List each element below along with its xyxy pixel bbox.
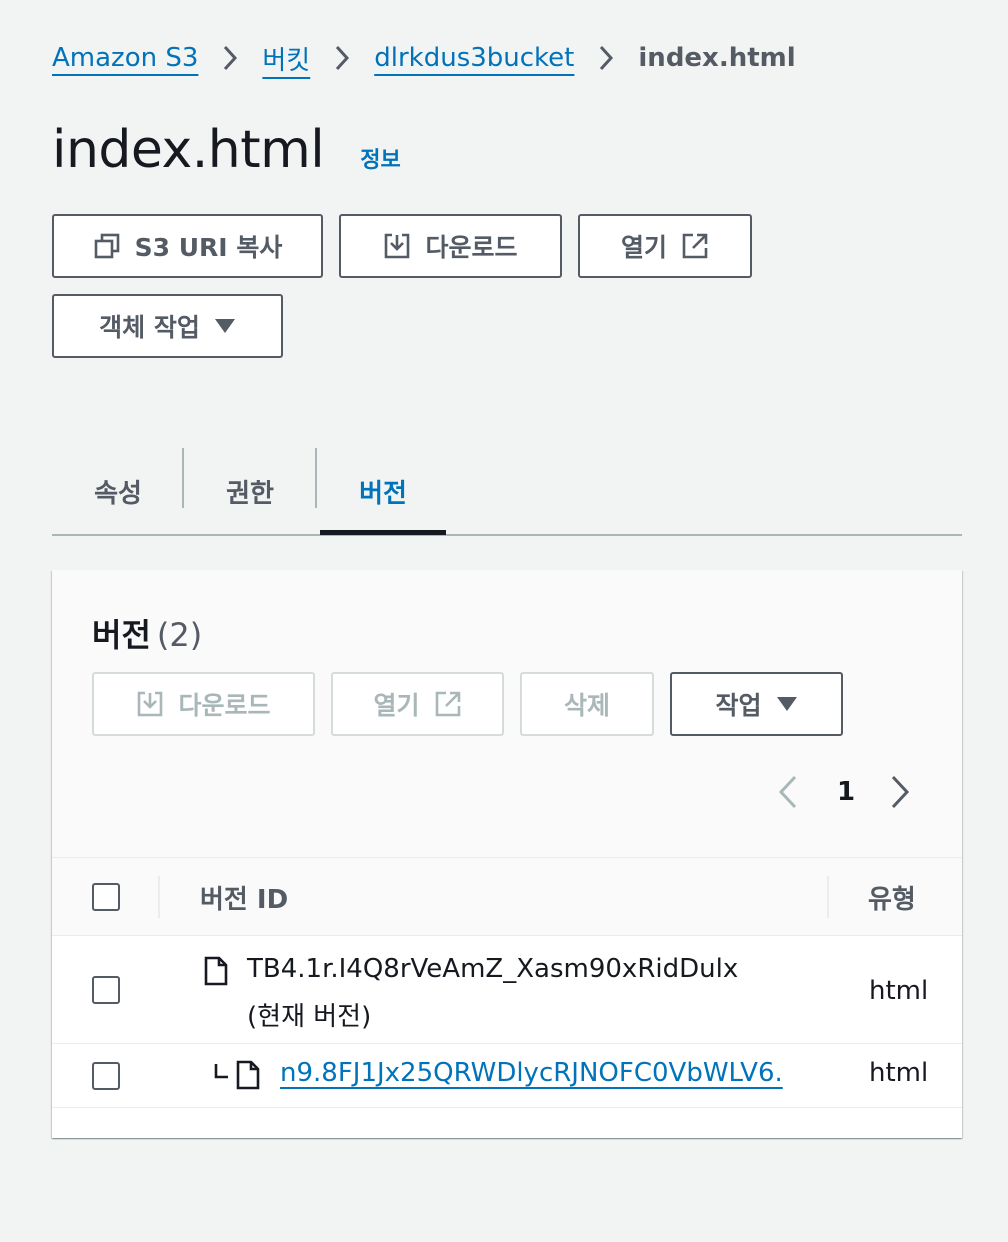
- versions-panel-title: 버전 (2): [92, 610, 202, 656]
- breadcrumb-amazon-s3[interactable]: Amazon S3: [52, 43, 198, 73]
- chevron-right-icon: [574, 38, 638, 78]
- download-label: 다운로드: [425, 233, 518, 262]
- column-divider: [827, 876, 829, 918]
- version-delete-label: 삭제: [563, 691, 610, 720]
- copy-s3-uri-button[interactable]: S3 URI 복사: [52, 214, 323, 278]
- pagination-prev-icon[interactable]: [776, 774, 800, 814]
- version-delete-button[interactable]: 삭제: [520, 672, 654, 736]
- pagination-next-icon[interactable]: [888, 774, 912, 814]
- object-actions-label: 객체 작업: [99, 313, 200, 342]
- column-divider: [158, 876, 160, 918]
- table-header: 버전 ID 유형: [52, 858, 962, 936]
- breadcrumb: Amazon S3 버킷 dlrkdus3bucket index.html: [52, 38, 796, 78]
- active-tab-indicator: [320, 530, 446, 535]
- tab-properties[interactable]: 속성: [52, 448, 184, 534]
- object-actions-dropdown[interactable]: 객체 작업: [52, 294, 283, 358]
- breadcrumb-current: index.html: [638, 43, 796, 73]
- version-download-button[interactable]: 다운로드: [92, 672, 315, 736]
- copy-s3-uri-label: S3 URI 복사: [134, 233, 283, 262]
- table-row: n9.8FJ1Jx25QRWDlycRJNOFC0VbWLV6. html: [52, 1044, 962, 1108]
- copy-icon: [93, 232, 121, 260]
- version-id-link[interactable]: n9.8FJ1Jx25QRWDlycRJNOFC0VbWLV6.: [280, 1058, 783, 1088]
- page-title: index.html: [52, 120, 325, 180]
- download-button[interactable]: 다운로드: [339, 214, 562, 278]
- download-icon: [136, 690, 164, 718]
- chevron-right-icon: [310, 38, 374, 78]
- row-checkbox[interactable]: [92, 976, 120, 1004]
- external-link-icon: [434, 690, 462, 718]
- breadcrumb-bucket-name[interactable]: dlrkdus3bucket: [374, 43, 574, 73]
- table-row: TB4.1r.I4Q8rVeAmZ_Xasm90xRidDulx (현재 버전)…: [52, 936, 962, 1044]
- breadcrumb-buckets[interactable]: 버킷: [262, 40, 310, 77]
- tab-permissions[interactable]: 권한: [184, 448, 316, 534]
- select-all-checkbox[interactable]: [92, 883, 120, 911]
- file-type: html: [869, 976, 929, 1006]
- external-link-icon: [681, 232, 709, 260]
- versions-count: (2): [156, 616, 203, 654]
- version-id: TB4.1r.I4Q8rVeAmZ_Xasm90xRidDulx: [247, 954, 739, 984]
- file-type: html: [869, 1058, 929, 1088]
- pagination-page-number[interactable]: 1: [834, 774, 858, 810]
- title-row: index.html 정보: [52, 120, 401, 180]
- tree-branch-icon: [214, 1064, 230, 1084]
- file-icon: [204, 956, 228, 990]
- column-header-version-id[interactable]: 버전 ID: [200, 858, 288, 936]
- chevron-right-icon: [198, 38, 262, 78]
- versions-panel: 버전 (2) 다운로드 열기 삭제 작업 1 버전 ID 유형 TB4.1r.I…: [52, 570, 962, 1138]
- open-label: 열기: [620, 233, 667, 262]
- download-icon: [383, 232, 411, 260]
- info-link[interactable]: 정보: [360, 142, 400, 174]
- open-button[interactable]: 열기: [578, 214, 752, 278]
- row-checkbox[interactable]: [92, 1062, 120, 1090]
- caret-down-icon: [776, 696, 798, 712]
- current-version-label: (현재 버전): [247, 1002, 372, 1032]
- s3-object-page: Amazon S3 버킷 dlrkdus3bucket index.html i…: [0, 0, 1008, 1242]
- version-actions-dropdown[interactable]: 작업: [670, 672, 843, 736]
- version-open-button[interactable]: 열기: [331, 672, 504, 736]
- column-header-type[interactable]: 유형: [868, 858, 916, 936]
- caret-down-icon: [214, 318, 236, 334]
- version-open-label: 열기: [373, 691, 420, 720]
- versions-panel-header: 버전 (2) 다운로드 열기 삭제 작업 1: [52, 570, 962, 858]
- versions-title-text: 버전: [92, 616, 151, 654]
- version-download-label: 다운로드: [178, 691, 271, 720]
- tab-bar: 속성 권한 버전: [52, 448, 962, 536]
- file-icon: [236, 1060, 260, 1094]
- version-actions-label: 작업: [715, 691, 762, 720]
- tab-versions[interactable]: 버전: [317, 448, 449, 534]
